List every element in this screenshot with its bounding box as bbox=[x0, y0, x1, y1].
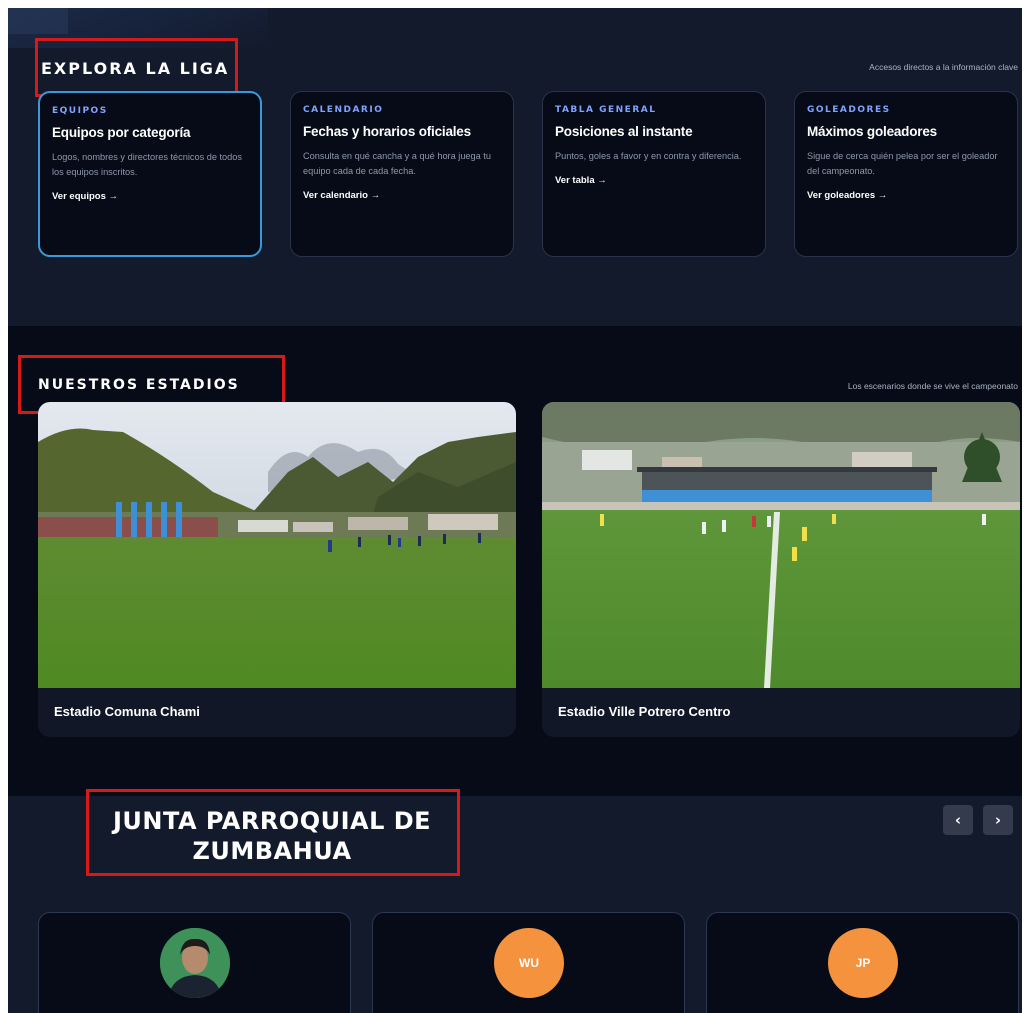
stadium-name: Estadio Ville Potrero Centro bbox=[558, 704, 731, 719]
card-description: Sigue de cerca quién pelea por ser el go… bbox=[807, 151, 998, 176]
highlight-box-explora bbox=[35, 38, 238, 97]
header-decoration-accent bbox=[8, 8, 68, 34]
chevron-right-icon: › bbox=[994, 811, 1002, 829]
card-description: Consulta en qué cancha y a qué hora jueg… bbox=[303, 151, 491, 176]
card-title: Fechas y horarios oficiales bbox=[303, 124, 471, 139]
card-tag: EQUIPOS bbox=[52, 106, 108, 116]
stadium-photo-chami bbox=[38, 402, 516, 688]
ver-goleadores-link[interactable]: Ver goleadores → bbox=[807, 190, 887, 201]
estadios-section: NUESTROS ESTADIOS Los escenarios donde s… bbox=[8, 326, 1022, 796]
member-card[interactable] bbox=[38, 912, 351, 1013]
avatar: WU bbox=[494, 928, 564, 998]
card-tag: TABLA GENERAL bbox=[555, 105, 657, 115]
card-tag: GOLEADORES bbox=[807, 105, 891, 115]
stadium-photo-ville-potrero bbox=[542, 402, 1020, 688]
carousel-next-button[interactable]: › bbox=[983, 805, 1013, 835]
explora-subtitle: Accesos directos a la información clave bbox=[869, 62, 1018, 72]
card-title: Máximos goleadores bbox=[807, 124, 937, 139]
card-equipos[interactable]: EQUIPOS Equipos por categoría Logos, nom… bbox=[38, 91, 262, 257]
estadios-subtitle: Los escenarios donde se vive el campeona… bbox=[847, 381, 1018, 391]
explora-section: EXPLORA LA LIGA Accesos directos a la in… bbox=[8, 8, 1022, 326]
chevron-left-icon: ‹ bbox=[954, 811, 962, 829]
stadium-card-ville-potrero[interactable]: Estadio Ville Potrero Centro bbox=[542, 402, 1020, 737]
junta-section: JUNTA PARROQUIAL DE ZUMBAHUA ‹ › WU JP bbox=[8, 789, 1022, 1013]
stadium-name: Estadio Comuna Chami bbox=[54, 704, 200, 719]
card-goleadores[interactable]: GOLEADORES Máximos goleadores Sigue de c… bbox=[794, 91, 1018, 257]
card-tag: CALENDARIO bbox=[303, 105, 384, 115]
card-tabla-general[interactable]: TABLA GENERAL Posiciones al instante Pun… bbox=[542, 91, 766, 257]
person-photo bbox=[160, 928, 230, 998]
card-calendario[interactable]: CALENDARIO Fechas y horarios oficiales C… bbox=[290, 91, 514, 257]
highlight-box-junta bbox=[86, 789, 460, 876]
page: EXPLORA LA LIGA Accesos directos a la in… bbox=[8, 8, 1022, 1013]
card-title: Equipos por categoría bbox=[52, 125, 191, 140]
avatar: JP bbox=[828, 928, 898, 998]
ver-equipos-link[interactable]: Ver equipos → bbox=[52, 191, 118, 202]
avatar bbox=[160, 928, 230, 998]
stadium-card-chami[interactable]: Estadio Comuna Chami bbox=[38, 402, 516, 737]
ver-tabla-link[interactable]: Ver tabla → bbox=[555, 175, 607, 186]
card-description: Logos, nombres y directores técnicos de … bbox=[52, 152, 242, 177]
member-card[interactable]: WU bbox=[372, 912, 685, 1013]
card-title: Posiciones al instante bbox=[555, 124, 693, 139]
carousel-prev-button[interactable]: ‹ bbox=[943, 805, 973, 835]
member-card[interactable]: JP bbox=[706, 912, 1019, 1013]
card-description: Puntos, goles a favor y en contra y dife… bbox=[555, 151, 742, 161]
ver-calendario-link[interactable]: Ver calendario → bbox=[303, 190, 380, 201]
